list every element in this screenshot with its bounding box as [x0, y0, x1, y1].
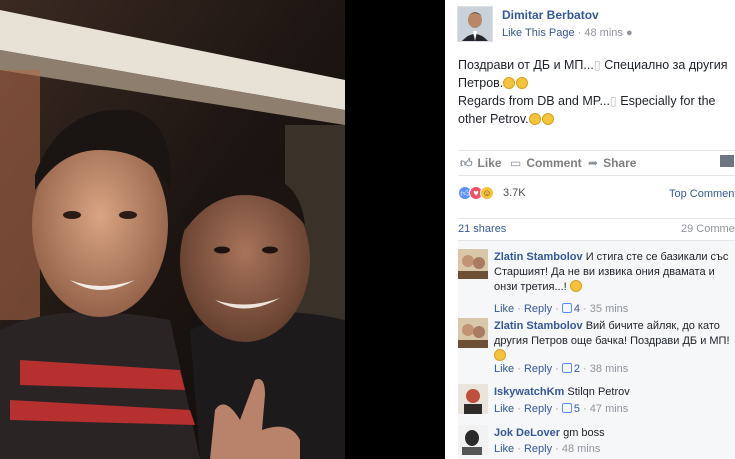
commenter-name[interactable]: Jok DeLover — [494, 427, 560, 439]
comment-like-link[interactable]: Like — [494, 303, 514, 315]
share-button[interactable]: ➦ Share — [588, 156, 636, 170]
comment-text: gm boss — [563, 427, 605, 439]
top-comments-toggle[interactable]: Top Comments — [669, 188, 735, 200]
like-page-link[interactable]: Like This Page — [502, 27, 575, 39]
author-avatar[interactable] — [457, 6, 493, 42]
laughing-emoji-icon — [541, 113, 554, 125]
avatar-icon — [458, 425, 488, 455]
thumbs-up-icon — [561, 303, 572, 313]
comment-reply-link[interactable]: Reply — [524, 443, 552, 455]
comment-like-count[interactable]: 2 — [574, 363, 580, 375]
avatar-icon — [458, 7, 492, 41]
post-actions: 👍︎ Like ▭ Comment ➦ Share — [458, 150, 735, 176]
comment-body: Zlatin Stambolov Вий бичите айляк, до ка… — [494, 319, 734, 364]
comment-label: Comment — [526, 156, 582, 170]
commenter-avatar[interactable] — [458, 249, 488, 279]
laughing-emoji-icon — [528, 113, 541, 125]
post-panel: Dimitar Berbatov Like This Page · 48 min… — [445, 0, 735, 459]
post-text-en-1b: Especially for the — [620, 94, 716, 108]
comment-time[interactable]: 38 mins — [590, 363, 629, 375]
globe-icon: ● — [625, 27, 633, 39]
post-text-en-1: Regards from DB and MP... — [458, 94, 610, 108]
post-header: Dimitar Berbatov Like This Page · 48 min… — [457, 6, 735, 42]
comment-like-link[interactable]: Like — [494, 403, 514, 415]
comments-count[interactable]: 29 Comments — [681, 223, 735, 235]
avatar-icon — [458, 384, 488, 414]
comment-reply-link[interactable]: Reply — [524, 363, 552, 375]
share-label: Share — [603, 156, 637, 170]
smile-emoji-icon — [569, 280, 582, 292]
laughing-emoji-icon — [503, 77, 516, 89]
post-meta: Like This Page · 48 mins ● — [502, 27, 633, 39]
reaction-count: 3.7K — [503, 187, 526, 199]
post-text-bg-1b: Специално за другия — [604, 58, 728, 72]
haha-reaction-icon: ☺ — [480, 186, 494, 200]
box-glyph-icon: ▯ — [609, 94, 617, 108]
box-glyph-icon: ▯ — [593, 58, 601, 72]
comment-like-link[interactable]: Like — [494, 443, 514, 455]
comment-footer: Like · Reply · 2 · 38 mins — [494, 363, 629, 375]
comment-body: IskywatchKm Stilqn Petrov — [494, 385, 734, 400]
commenter-avatar[interactable] — [458, 425, 488, 455]
comment-like-count[interactable]: 5 — [574, 403, 580, 415]
like-label: Like — [477, 156, 502, 170]
reactions-bar[interactable]: 👍︎ ♥ ☺ 3.7K Top Comments — [458, 185, 735, 203]
comments-list: Zlatin Stambolov И стига сте се базикали… — [458, 240, 735, 459]
post-stats: 21 shares 29 Comments — [458, 218, 735, 239]
commenter-name[interactable]: IskywatchKm — [494, 386, 564, 398]
comment-time[interactable]: 47 mins — [590, 403, 629, 415]
post-text: Поздрави от ДБ и МП...▯ Специално за дру… — [458, 56, 733, 128]
comment-body: Zlatin Stambolov И стига сте се базикали… — [494, 250, 734, 295]
thumbs-up-icon — [561, 363, 572, 373]
shares-link[interactable]: 21 shares — [458, 223, 506, 235]
post-photo[interactable] — [0, 0, 345, 459]
thumbs-up-icon — [561, 403, 572, 413]
comment-time[interactable]: 48 mins — [562, 443, 601, 455]
comment-like-link[interactable]: Like — [494, 363, 514, 375]
comment-footer: Like · Reply · 5 · 47 mins — [494, 403, 629, 415]
thumbs-up-icon: 👍︎ — [460, 156, 473, 170]
viewer-avatar[interactable] — [720, 155, 734, 170]
avatar-icon — [458, 318, 488, 348]
post-time[interactable]: 48 mins — [584, 27, 623, 39]
comment-body: Jok DeLover gm boss — [494, 426, 734, 441]
smile-emoji-icon — [494, 349, 506, 361]
comment-time[interactable]: 35 mins — [590, 303, 629, 315]
commenter-name[interactable]: Zlatin Stambolov — [494, 320, 583, 332]
post-text-en-2: other Petrov. — [458, 112, 529, 126]
comment-footer: Like · Reply · 48 mins — [494, 443, 601, 455]
comment-reply-link[interactable]: Reply — [524, 403, 552, 415]
share-arrow-icon: ➦ — [588, 156, 599, 170]
comment-button[interactable]: ▭ Comment — [510, 156, 582, 170]
photo-letterbox — [345, 0, 445, 459]
comment-like-count[interactable]: 4 — [574, 303, 580, 315]
avatar-icon — [720, 155, 734, 167]
comment-icon: ▭ — [510, 156, 522, 170]
commenter-avatar[interactable] — [458, 318, 488, 348]
author-name[interactable]: Dimitar Berbatov — [502, 8, 599, 22]
comment-text: Stilqn Petrov — [567, 386, 630, 398]
post-text-bg-2: Петров. — [458, 76, 504, 90]
commenter-avatar[interactable] — [458, 384, 488, 414]
avatar-icon — [458, 249, 488, 279]
comment-reply-link[interactable]: Reply — [524, 303, 552, 315]
comment-footer: Like · Reply · 4 · 35 mins — [494, 303, 629, 315]
like-button[interactable]: 👍︎ Like — [460, 156, 502, 171]
post-text-bg-1: Поздрави от ДБ и МП... — [458, 58, 594, 72]
selfie-image — [0, 0, 345, 459]
commenter-name[interactable]: Zlatin Stambolov — [494, 251, 583, 263]
laughing-emoji-icon — [516, 77, 529, 89]
